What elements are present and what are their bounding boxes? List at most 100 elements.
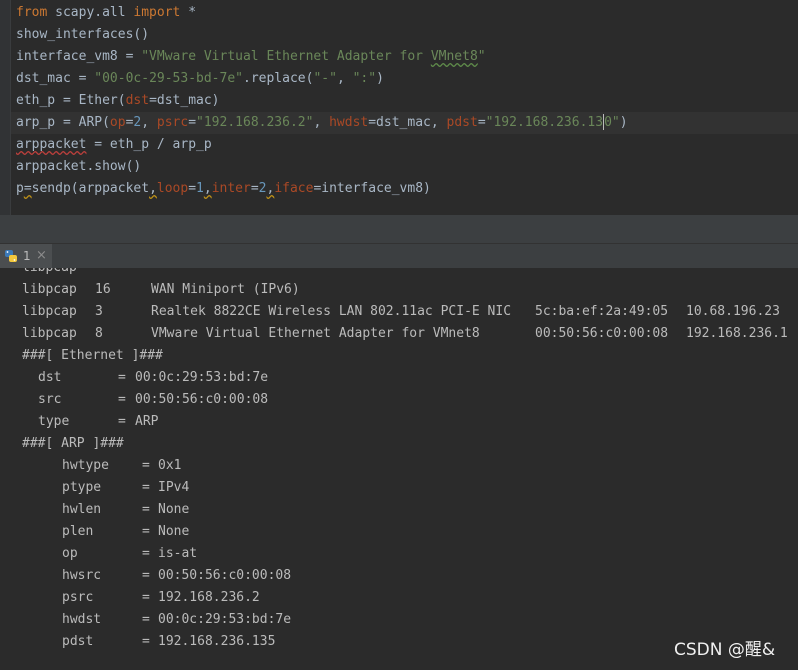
interface-name: libpcap	[22, 268, 77, 279]
code-text-token: ,	[141, 115, 157, 130]
console-line: psrc = 192.168.236.2	[0, 587, 798, 609]
string-token: "-"	[313, 71, 337, 86]
code-text-token: =	[250, 181, 259, 196]
kwarg-token: loop	[156, 181, 189, 196]
field-value: 00:0c:29:53:bd:7e	[135, 370, 269, 385]
string-token: "00-0c-29-53-bd-7e"	[94, 71, 243, 86]
console-line: ###[ Ethernet ]###	[0, 345, 798, 367]
code-line[interactable]: p=sendp(arppacket,loop=1,inter=2,iface=i…	[11, 178, 798, 200]
code-line[interactable]: arppacket = eth_p / arp_p	[11, 134, 798, 156]
field-key: hwlen	[62, 502, 102, 517]
field-key: dst	[38, 370, 62, 385]
kwarg-token: hwdst	[329, 115, 369, 130]
console-line: op = is-at	[0, 543, 798, 565]
interface-ip: 10.68.196.23	[686, 304, 780, 319]
field-key: pdst	[62, 634, 94, 649]
code-text-token: *	[180, 5, 197, 20]
code-line[interactable]: show_interfaces()	[11, 24, 798, 46]
code-area[interactable]: from scapy.all import * show_interfaces()…	[0, 0, 798, 215]
code-text-token: = eth_p / arp_p	[86, 137, 212, 152]
interface-index: 8	[95, 326, 103, 341]
interface-index: 3	[95, 304, 103, 319]
console-line: hwtype = 0x1	[0, 455, 798, 477]
code-line[interactable]: eth_p = Ether(dst=dst_mac)	[11, 90, 798, 112]
field-key: ptype	[62, 480, 102, 495]
code-line[interactable]: interface_vm8 = "VMware Virtual Ethernet…	[11, 46, 798, 68]
field-key: psrc	[62, 590, 94, 605]
layer-header: ###[ Ethernet ]###	[22, 348, 163, 363]
kwarg-token: inter	[211, 181, 251, 196]
field-key: src	[38, 392, 62, 407]
interface-desc: WAN Miniport (IPv6)	[151, 282, 300, 297]
field-separator: =	[142, 612, 150, 627]
code-editor[interactable]: from scapy.all import * show_interfaces()…	[0, 0, 798, 215]
code-text-token: =interface_vm8)	[313, 181, 431, 196]
console-line: plen = None	[0, 521, 798, 543]
string-token: "192.168.236.13	[485, 115, 604, 130]
string-token: "	[477, 49, 486, 64]
code-line[interactable]: arppacket.show()	[11, 156, 798, 178]
code-text-token: =dst_mac,	[368, 115, 447, 130]
string-token: 0"	[604, 115, 620, 130]
run-console[interactable]: libpcaplibpcap16WAN Miniport (IPv6)libpc…	[0, 268, 798, 670]
string-token: "192.168.236.2"	[196, 115, 314, 130]
field-key: type	[38, 414, 70, 429]
field-separator: =	[142, 524, 150, 539]
interface-name: libpcap	[22, 326, 77, 341]
watermark: CSDN @醒&	[674, 640, 776, 660]
field-value: None	[158, 524, 190, 539]
interface-desc: Realtek 8822CE Wireless LAN 802.11ac PCI…	[151, 304, 512, 319]
code-text-token: show_interfaces()	[16, 27, 150, 42]
field-separator: =	[142, 502, 150, 517]
console-line: libpcap 16 WAN Miniport (IPv6)	[0, 279, 798, 301]
code-text-token: =	[188, 181, 197, 196]
code-line[interactable]: arp_p = ARP(op=2, psrc="192.168.236.2", …	[11, 112, 798, 134]
code-text-token: eth_p = Ether(	[16, 93, 126, 108]
kwarg-token: pdst	[446, 115, 478, 130]
kwarg-token: dst	[125, 93, 150, 108]
field-value: 192.168.236.135	[158, 634, 276, 649]
field-value: is-at	[158, 546, 198, 561]
field-key: op	[62, 546, 78, 561]
console-line: hwlen = None	[0, 499, 798, 521]
interface-mac: 5c:ba:ef:2a:49:05	[535, 304, 669, 319]
close-icon[interactable]: ×	[36, 248, 47, 264]
run-tool-window-tabs: 1 ×	[0, 243, 798, 268]
python-icon	[5, 250, 17, 262]
interface-mac: 00:50:56:c0:00:08	[535, 326, 669, 341]
interface-ip: 192.168.236.1	[686, 326, 788, 341]
code-text-token: scapy.all	[47, 5, 134, 20]
field-separator: =	[142, 458, 150, 473]
code-text-token: )	[376, 71, 384, 86]
interface-index: 16	[95, 282, 111, 297]
code-text-token: sendp(arppacket	[31, 181, 150, 196]
run-tab[interactable]: 1 ×	[0, 244, 52, 268]
field-separator: =	[118, 414, 126, 429]
console-line: dst = 00:0c:29:53:bd:7e	[0, 367, 798, 389]
style-warning-token: ,	[203, 181, 212, 196]
console-output: libpcaplibpcap16WAN Miniport (IPv6)libpc…	[0, 268, 798, 670]
field-separator: =	[118, 392, 126, 407]
code-line[interactable]: dst_mac = "00-0c-29-53-bd-7e".replace("-…	[11, 68, 798, 90]
keyword-token: from	[16, 5, 48, 20]
style-warning-token: =	[23, 181, 32, 196]
field-value: ARP	[135, 414, 159, 429]
code-text-token: dst_mac =	[16, 71, 95, 86]
string-token: ":"	[352, 71, 377, 86]
field-value: 00:50:56:c0:00:08	[135, 392, 269, 407]
console-line: src = 00:50:56:c0:00:08	[0, 389, 798, 411]
code-text-token: ,	[336, 71, 353, 86]
field-value: 00:0c:29:53:bd:7e	[158, 612, 292, 627]
code-text-token: arp_p = ARP(	[16, 115, 110, 130]
error-token: arppacket	[16, 137, 87, 152]
field-separator: =	[142, 480, 150, 495]
code-line[interactable]: from scapy.all import *	[11, 2, 798, 24]
kwarg-token: psrc	[156, 115, 189, 130]
style-warning-token: ,	[149, 181, 157, 196]
layer-header: ###[ ARP ]###	[22, 436, 124, 451]
field-value: 0x1	[158, 458, 182, 473]
field-value: 192.168.236.2	[158, 590, 260, 605]
interface-name: libpcap	[22, 282, 77, 297]
kwarg-token: iface	[274, 181, 314, 196]
field-separator: =	[118, 370, 126, 385]
